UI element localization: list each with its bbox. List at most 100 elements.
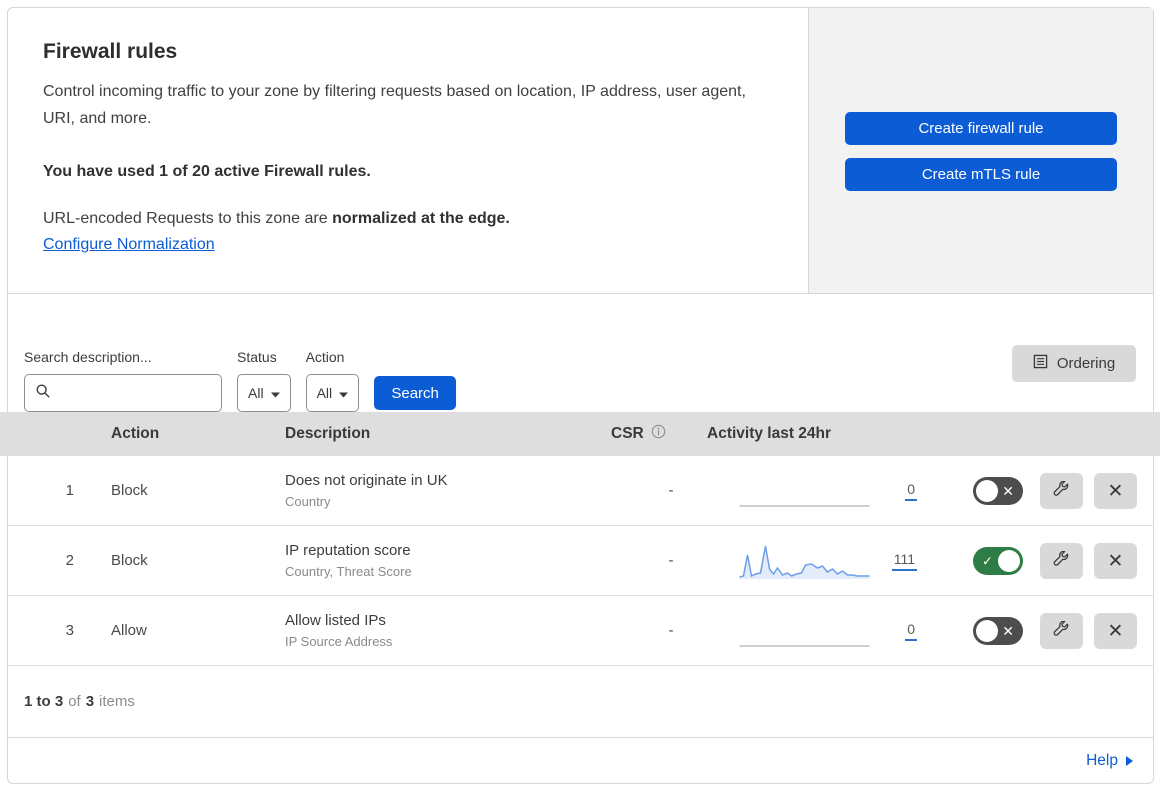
status-filter-group: Status All — [237, 349, 291, 412]
status-label: Status — [237, 349, 277, 365]
x-icon: ✕ — [1002, 622, 1014, 639]
activity-count-link[interactable]: 0 — [905, 481, 917, 501]
x-icon: ✕ — [1107, 479, 1124, 502]
ordering-list-icon — [1033, 354, 1048, 373]
rule-csr-value: - — [668, 482, 674, 499]
delete-rule-button[interactable]: ✕ — [1094, 612, 1137, 649]
column-header-csr: CSR — [611, 424, 703, 444]
rule-controls: ✓ ✕ ✕ — [919, 472, 1153, 509]
delete-rule-button[interactable]: ✕ — [1094, 542, 1137, 579]
info-icon[interactable] — [651, 424, 666, 444]
rule-csr-value: - — [668, 622, 674, 639]
edit-rule-button[interactable] — [1040, 542, 1083, 579]
toggle-knob — [976, 479, 998, 502]
chevron-down-icon — [270, 385, 280, 401]
toggle-knob — [976, 619, 998, 642]
search-group: Search description... — [24, 349, 222, 412]
table-row: 2 Block IP reputation score Country, Thr… — [8, 526, 1153, 596]
x-icon: ✕ — [1107, 619, 1124, 642]
configure-normalization-link[interactable]: Configure Normalization — [43, 236, 215, 253]
search-label: Search description... — [24, 349, 152, 365]
search-input[interactable] — [59, 385, 211, 401]
wrench-icon — [1053, 480, 1070, 501]
rule-description-cell: Allow listed IPs IP Source Address — [285, 612, 611, 649]
filter-bar: Search description... Status All Action … — [8, 294, 1153, 412]
create-mtls-rule-button[interactable]: Create mTLS rule — [845, 158, 1117, 191]
edit-rule-button[interactable] — [1040, 472, 1083, 509]
x-icon: ✕ — [1107, 549, 1124, 572]
rule-description-cell: IP reputation score Country, Threat Scor… — [285, 542, 611, 579]
help-link[interactable]: Help — [1086, 752, 1133, 770]
table-row: 3 Allow Allow listed IPs IP Source Addre… — [8, 596, 1153, 666]
normalization-note-bold: normalized at the edge. — [332, 210, 510, 227]
activity-count-link[interactable]: 111 — [891, 551, 917, 571]
column-header-action: Action — [111, 425, 160, 442]
search-button[interactable]: Search — [374, 376, 457, 410]
create-firewall-rule-button[interactable]: Create firewall rule — [845, 112, 1117, 145]
column-header-activity: Activity last 24hr — [707, 425, 832, 442]
rule-priority: 1 — [65, 482, 74, 499]
table-row: 1 Block Does not originate in UK Country… — [8, 456, 1153, 526]
search-input-wrapper — [24, 374, 222, 412]
rule-enabled-toggle[interactable]: ✓ ✕ — [973, 616, 1023, 645]
intro-section: Firewall rules Control incoming traffic … — [8, 8, 1153, 294]
status-dropdown[interactable]: All — [237, 374, 291, 412]
action-dropdown[interactable]: All — [305, 374, 360, 412]
column-header-description: Description — [285, 425, 371, 442]
pagination-bar: 1 to 3 of 3 items — [8, 666, 1153, 738]
ordering-button[interactable]: Ordering — [1012, 345, 1136, 382]
arrow-right-icon — [1126, 755, 1133, 766]
rules-table-body: 1 Block Does not originate in UK Country… — [8, 456, 1153, 666]
normalization-note: URL-encoded Requests to this zone are no… — [43, 210, 778, 228]
activity-sparkline — [738, 543, 871, 579]
page-description: Control incoming traffic to your zone by… — [43, 83, 746, 127]
pagination-items: items — [99, 693, 135, 710]
rule-fields: IP Source Address — [285, 634, 393, 649]
activity-sparkline — [738, 613, 871, 649]
usage-summary: You have used 1 of 20 active Firewall ru… — [43, 163, 371, 180]
x-icon: ✕ — [1002, 482, 1014, 499]
actions-panel: Create firewall rule Create mTLS rule — [808, 8, 1153, 293]
rule-enabled-toggle[interactable]: ✓ ✕ — [973, 476, 1023, 505]
delete-rule-button[interactable]: ✕ — [1094, 472, 1137, 509]
edit-rule-button[interactable] — [1040, 612, 1083, 649]
check-icon: ✓ — [982, 553, 993, 568]
action-label: Action — [305, 349, 345, 365]
rule-action: Block — [111, 482, 148, 499]
page-title: Firewall rules — [43, 40, 178, 63]
intro-text-block: Firewall rules Control incoming traffic … — [8, 8, 808, 293]
status-dropdown-value: All — [248, 385, 264, 401]
pagination-range: 1 to 3 — [24, 693, 64, 710]
firewall-card: Firewall rules Control incoming traffic … — [0, 7, 1160, 784]
chevron-down-icon — [339, 385, 349, 401]
rule-description[interactable]: Does not originate in UK — [285, 472, 611, 489]
rule-action: Allow — [111, 622, 147, 639]
table-header: Action Description CSR Activity last 24h… — [0, 412, 1160, 456]
ordering-button-label: Ordering — [1056, 355, 1116, 372]
rule-action: Block — [111, 552, 148, 569]
normalization-note-prefix: URL-encoded Requests to this zone are — [43, 210, 333, 227]
toggle-knob — [998, 549, 1020, 572]
rule-fields: Country, Threat Score — [285, 564, 412, 579]
activity-count-link[interactable]: 0 — [905, 621, 917, 641]
rule-priority: 3 — [65, 622, 74, 639]
action-dropdown-value: All — [316, 385, 333, 401]
rule-description[interactable]: Allow listed IPs — [285, 612, 611, 629]
firewall-rules-page: Firewall rules Control incoming traffic … — [0, 0, 1161, 791]
column-header-csr-label: CSR — [611, 425, 644, 442]
rule-activity-cell: 0 — [703, 473, 919, 509]
action-filter-group: Action All — [305, 349, 360, 412]
rule-description[interactable]: IP reputation score — [285, 542, 611, 559]
rule-fields: Country — [285, 494, 331, 509]
rule-enabled-toggle[interactable]: ✓ ✕ — [973, 546, 1023, 575]
rule-priority: 2 — [65, 552, 74, 569]
rule-controls: ✓ ✕ ✕ — [919, 612, 1153, 649]
rule-csr-value: - — [668, 552, 674, 569]
pagination-of: of — [68, 693, 81, 710]
rule-activity-cell: 111 — [703, 543, 919, 579]
wrench-icon — [1053, 620, 1070, 641]
help-bar: Help — [8, 738, 1153, 783]
rule-controls: ✓ ✕ ✕ — [919, 542, 1153, 579]
rule-description-cell: Does not originate in UK Country — [285, 472, 611, 509]
help-link-label: Help — [1086, 751, 1118, 769]
